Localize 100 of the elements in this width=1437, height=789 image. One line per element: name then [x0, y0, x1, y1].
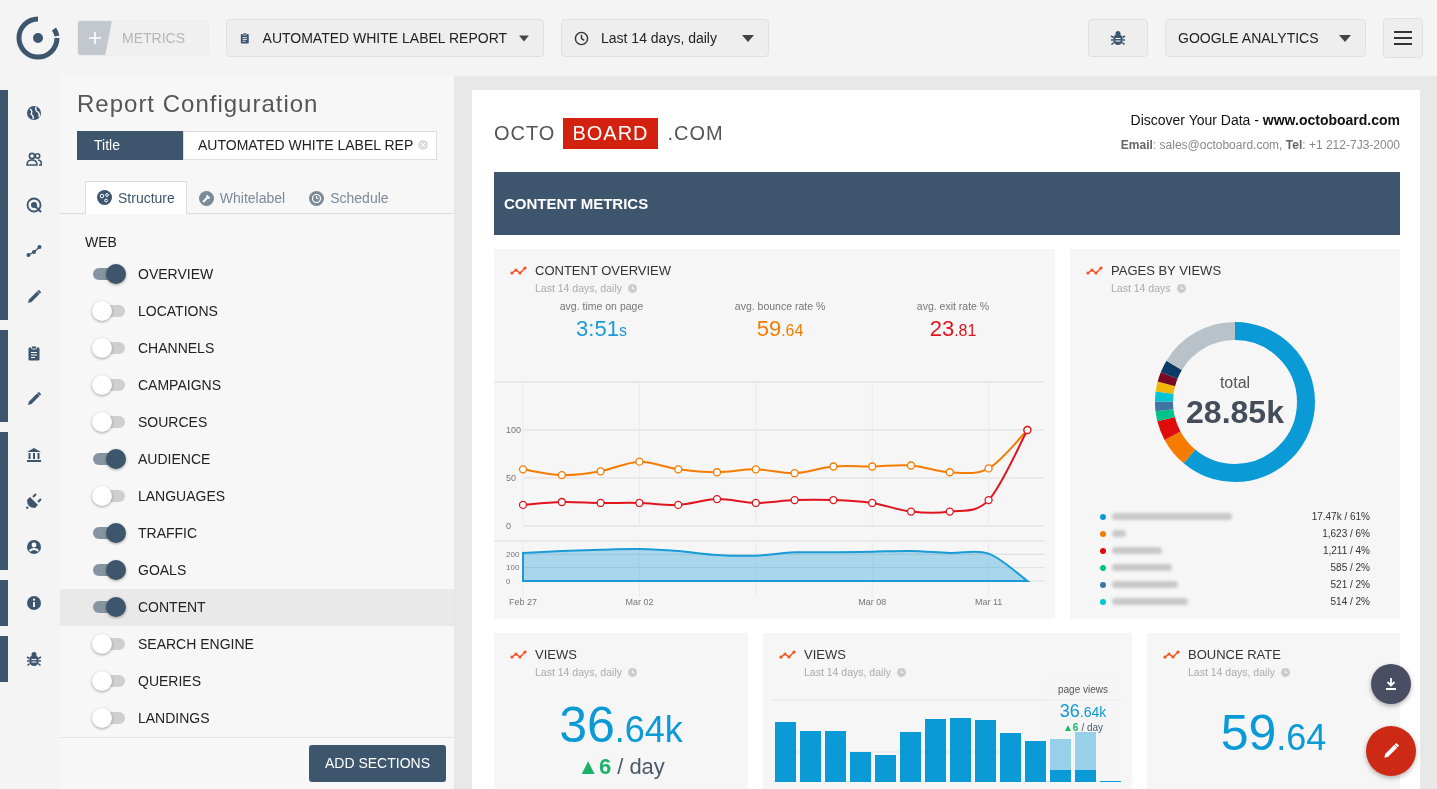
clipboard-icon[interactable] — [26, 345, 42, 361]
section-row[interactable]: QUERIES — [60, 662, 454, 700]
widget-subtitle: Last 14 days, daily — [535, 282, 622, 294]
section-row[interactable]: AUDIENCE — [60, 440, 454, 478]
trend-unit: / day — [617, 754, 665, 780]
point — [790, 495, 799, 505]
axis-label: 200 — [506, 549, 520, 559]
menu-button[interactable] — [1383, 18, 1423, 58]
clock-icon — [627, 667, 637, 677]
toggle-switch[interactable] — [92, 412, 126, 433]
data-source-dropdown[interactable]: GOOGLE ANALYTICS — [1165, 19, 1366, 57]
point — [518, 500, 528, 510]
report-dropdown[interactable]: AUTOMATED WHITE LABEL REPORT — [226, 19, 544, 57]
section-label: SOURCES — [138, 414, 208, 431]
toggle-switch[interactable] — [92, 671, 126, 692]
target-icon[interactable] — [26, 197, 42, 213]
section-row[interactable]: OVERVIEW — [60, 255, 454, 293]
bar — [825, 731, 846, 782]
section-row[interactable]: GOALS — [60, 551, 454, 589]
point — [984, 464, 993, 473]
legend-value: 585 / 2% — [1330, 562, 1370, 573]
section-row[interactable]: LANDINGS — [60, 699, 454, 737]
toggle-switch[interactable] — [92, 486, 126, 507]
bank-icon[interactable] — [26, 447, 42, 463]
logo-badge: BOARD — [563, 118, 658, 149]
toggle-switch[interactable] — [92, 560, 126, 581]
point — [868, 498, 877, 508]
section-label: CAMPAIGNS — [138, 377, 221, 394]
axis-label: 100 — [506, 563, 520, 573]
metric-fraction: .64k — [614, 709, 683, 751]
bar — [900, 732, 921, 782]
toggle-switch[interactable] — [92, 597, 126, 618]
blurred-label — [1112, 547, 1162, 554]
bar — [775, 722, 796, 782]
bug-icon[interactable] — [26, 651, 42, 667]
add-sections-button[interactable]: ADD SECTIONS — [309, 744, 446, 782]
section-row[interactable]: SOURCES — [60, 403, 454, 441]
trend-icon — [510, 649, 527, 660]
toggle-switch[interactable] — [92, 375, 126, 396]
trend-value: ▲6 — [577, 754, 612, 780]
axis-label: 0 — [506, 521, 511, 531]
stat-fraction: .64 — [781, 322, 804, 340]
point — [518, 465, 528, 474]
tab-icon — [97, 190, 112, 206]
trend-icon — [1163, 649, 1180, 660]
logo-icon[interactable] — [16, 16, 60, 60]
pencil-icon[interactable] — [26, 391, 42, 407]
section-row[interactable]: SEARCH ENGINE — [60, 625, 454, 663]
bar — [925, 719, 946, 782]
tab[interactable]: Structure — [85, 180, 187, 214]
debug-button[interactable] — [1088, 19, 1148, 57]
section-row[interactable]: LANGUAGES — [60, 477, 454, 515]
section-label: AUDIENCE — [138, 451, 211, 468]
toggle-switch[interactable] — [92, 264, 126, 285]
globe-icon[interactable] — [26, 105, 42, 121]
widget-title: VIEWS — [804, 647, 846, 662]
clock-icon — [574, 30, 589, 46]
bug-icon — [1110, 30, 1126, 46]
point — [945, 468, 954, 477]
route-icon[interactable] — [26, 243, 42, 259]
toggle-switch[interactable] — [92, 338, 126, 359]
title-input[interactable]: AUTOMATED WHITE LABEL REP — [183, 131, 437, 160]
group-label: WEB — [85, 233, 118, 250]
clock-icon — [896, 667, 906, 677]
plug-icon[interactable] — [26, 493, 42, 509]
bar — [950, 718, 971, 782]
toggle-switch[interactable] — [92, 708, 126, 729]
bar — [975, 720, 996, 782]
bar — [800, 731, 821, 782]
tagline: Discover Your Data - www.octoboard.com — [1129, 112, 1400, 128]
legend-value: 1,211 / 4% — [1322, 545, 1370, 556]
point — [751, 465, 760, 474]
legend-value: 521 / 2% — [1330, 579, 1370, 590]
point — [557, 497, 566, 507]
account-icon[interactable] — [26, 539, 42, 555]
section-row[interactable]: LOCATIONS — [60, 292, 454, 330]
caret-icon — [742, 34, 754, 42]
people-icon[interactable] — [26, 151, 42, 167]
clock-icon — [1176, 283, 1186, 293]
caret-icon — [1339, 34, 1351, 42]
section-label: LOCATIONS — [138, 303, 218, 320]
section-row[interactable]: CHANNELS — [60, 329, 454, 367]
blurred-label — [1112, 564, 1172, 571]
section-row[interactable]: CONTENT — [60, 588, 454, 626]
bar — [1025, 741, 1046, 782]
section-label: LANDINGS — [138, 710, 210, 727]
stat-fraction: .81 — [954, 322, 977, 340]
point — [596, 498, 605, 508]
donut-center-value: 28.85k — [1186, 393, 1284, 431]
toggle-switch[interactable] — [92, 523, 126, 544]
date-range-dropdown[interactable]: Last 14 days, daily — [561, 19, 769, 57]
toggle-switch[interactable] — [92, 449, 126, 470]
section-row[interactable]: CAMPAIGNS — [60, 366, 454, 404]
section-row[interactable]: TRAFFIC — [60, 514, 454, 552]
trend-icon — [510, 265, 527, 276]
toggle-switch[interactable] — [92, 301, 126, 322]
pencil-icon[interactable] — [26, 289, 42, 305]
toggle-switch[interactable] — [92, 634, 126, 655]
point — [674, 465, 683, 474]
info-icon[interactable] — [26, 595, 42, 611]
